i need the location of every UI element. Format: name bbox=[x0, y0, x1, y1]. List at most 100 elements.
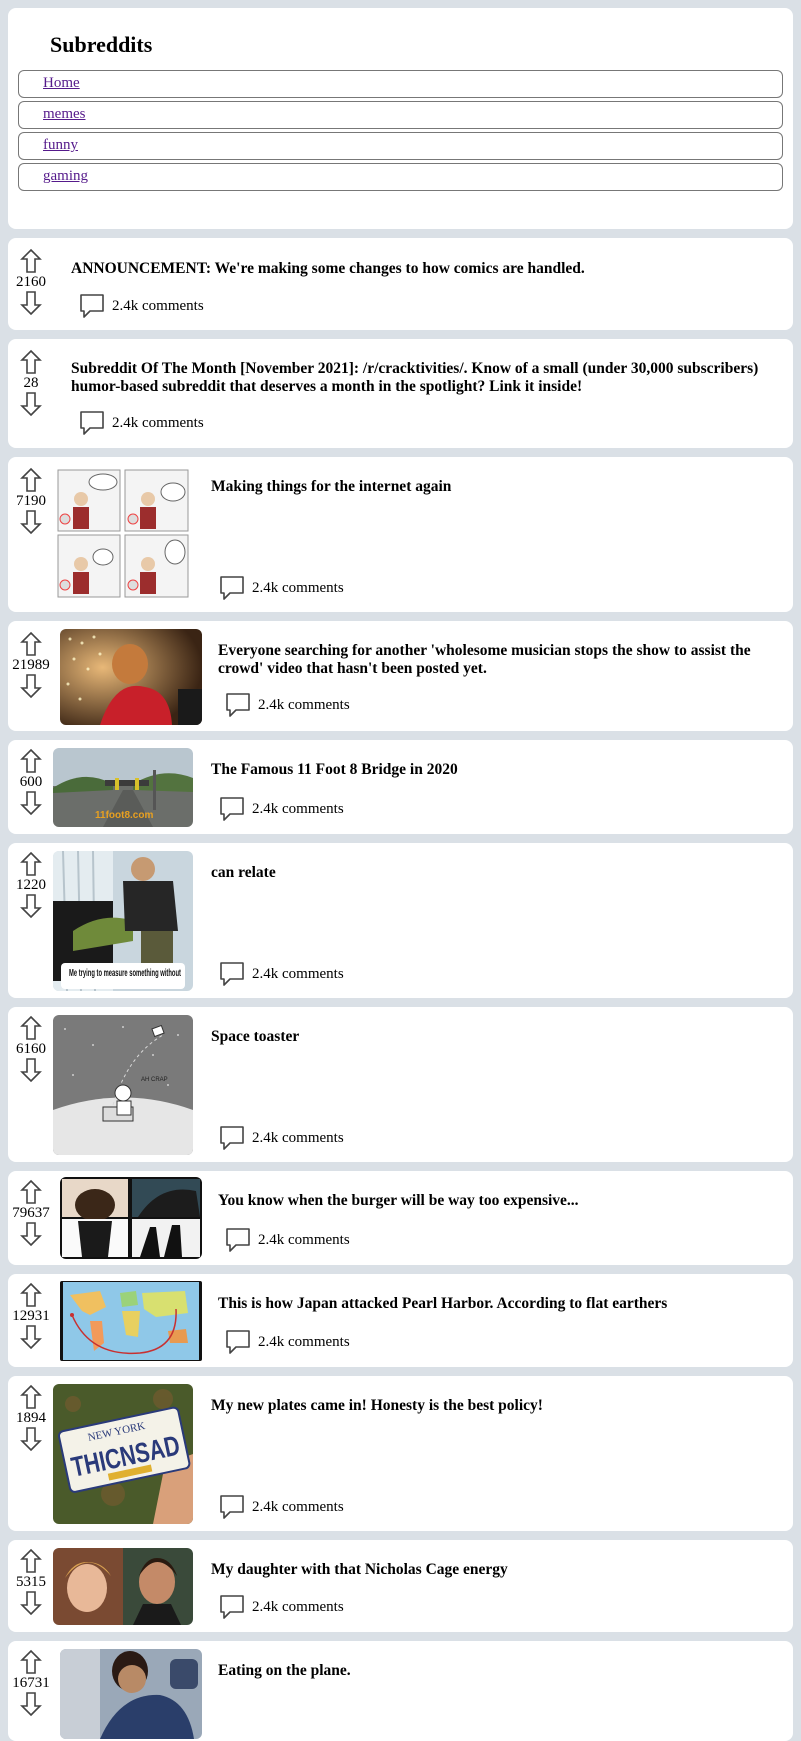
post-thumbnail[interactable] bbox=[60, 1281, 202, 1361]
upvote-arrow-icon[interactable] bbox=[20, 248, 42, 274]
subreddit-item-memes[interactable]: memes bbox=[18, 101, 783, 129]
bridge-watermark-text: 11foot8.com bbox=[95, 810, 153, 821]
comments-count: 2.4k comments bbox=[252, 800, 344, 817]
meme-caption-text: Me trying to measure something without bbox=[69, 968, 181, 979]
post-thumbnail[interactable] bbox=[60, 629, 202, 725]
post-thumbnail[interactable]: 11foot8.com bbox=[53, 748, 193, 827]
post-title[interactable]: You know when the burger will be way too… bbox=[218, 1192, 769, 1210]
downvote-arrow-icon[interactable] bbox=[20, 509, 42, 535]
subreddit-item-home[interactable]: Home bbox=[18, 70, 783, 98]
comments-link[interactable]: 2.4k comments bbox=[218, 960, 344, 988]
downvote-arrow-icon[interactable] bbox=[20, 1221, 42, 1247]
comments-link[interactable]: 2.4k comments bbox=[78, 409, 204, 437]
upvote-arrow-icon[interactable] bbox=[20, 1649, 42, 1675]
downvote-arrow-icon[interactable] bbox=[20, 1324, 42, 1350]
post-card: 16731 Eating on the plane. bbox=[8, 1641, 793, 1741]
downvote-arrow-icon[interactable] bbox=[20, 391, 42, 417]
comments-link[interactable]: 2.4k comments bbox=[218, 574, 344, 602]
post-score: 28 bbox=[23, 375, 39, 391]
post-thumbnail[interactable]: NEW YORK THICNSAD bbox=[53, 1384, 193, 1524]
subreddit-link-gaming[interactable]: gaming bbox=[43, 168, 88, 184]
post-card: 600 11foot8.com The Famous 11 Foot 8 Bri… bbox=[8, 740, 793, 834]
upvote-arrow-icon[interactable] bbox=[20, 1384, 42, 1410]
comments-link[interactable]: 2.4k comments bbox=[218, 1124, 344, 1152]
downvote-arrow-icon[interactable] bbox=[20, 893, 42, 919]
post-thumbnail[interactable]: Me trying to measure something without bbox=[53, 851, 193, 991]
subreddit-item-funny[interactable]: funny bbox=[18, 132, 783, 160]
subreddits-panel: Subreddits Home memes funny gaming bbox=[8, 8, 793, 229]
downvote-arrow-icon[interactable] bbox=[20, 1691, 42, 1717]
post-title[interactable]: This is how Japan attacked Pearl Harbor.… bbox=[218, 1295, 769, 1313]
upvote-arrow-icon[interactable] bbox=[20, 349, 42, 375]
upvote-arrow-icon[interactable] bbox=[20, 1282, 42, 1308]
comments-link[interactable]: 2.4k comments bbox=[224, 1328, 350, 1356]
post-thumbnail[interactable] bbox=[53, 1548, 193, 1625]
post-card: 6160 AH CRAP Space toaster 2.4k comments bbox=[8, 1007, 793, 1162]
comment-bubble-icon bbox=[226, 1330, 250, 1354]
comments-link[interactable]: 2.4k comments bbox=[224, 1226, 350, 1254]
upvote-arrow-icon[interactable] bbox=[20, 631, 42, 657]
vote-column: 1220 bbox=[13, 851, 49, 919]
comments-count: 2.4k comments bbox=[258, 1333, 350, 1350]
post-score: 12931 bbox=[12, 1308, 50, 1324]
downvote-arrow-icon[interactable] bbox=[20, 1057, 42, 1083]
subreddit-link-funny[interactable]: funny bbox=[43, 137, 78, 153]
comments-count: 2.4k comments bbox=[252, 1498, 344, 1515]
comments-count: 2.4k comments bbox=[258, 696, 350, 713]
comment-bubble-icon bbox=[220, 962, 244, 986]
post-card: 28 Subreddit Of The Month [November 2021… bbox=[8, 339, 793, 448]
subreddit-link-home[interactable]: Home bbox=[43, 75, 80, 91]
post-title[interactable]: Eating on the plane. bbox=[218, 1662, 769, 1680]
comments-count: 2.4k comments bbox=[112, 297, 204, 314]
post-thumbnail[interactable] bbox=[60, 1177, 202, 1259]
post-score: 6160 bbox=[16, 1041, 46, 1057]
post-card: 1894 NEW YORK THICNSAD My new plates cam… bbox=[8, 1376, 793, 1531]
subreddits-heading: Subreddits bbox=[50, 32, 153, 57]
downvote-arrow-icon[interactable] bbox=[20, 1590, 42, 1616]
post-title[interactable]: ANNOUNCEMENT: We're making some changes … bbox=[71, 260, 769, 278]
vote-column: 1894 bbox=[13, 1384, 49, 1452]
post-score: 600 bbox=[19, 774, 43, 790]
downvote-arrow-icon[interactable] bbox=[20, 290, 42, 316]
vote-column: 79637 bbox=[12, 1179, 50, 1247]
comments-count: 2.4k comments bbox=[258, 1231, 350, 1248]
upvote-arrow-icon[interactable] bbox=[20, 1015, 42, 1041]
vote-column: 5315 bbox=[13, 1548, 49, 1616]
comment-bubble-icon bbox=[226, 1228, 250, 1252]
comments-link[interactable]: 2.4k comments bbox=[218, 1593, 344, 1621]
post-score: 79637 bbox=[12, 1205, 50, 1221]
post-score: 5315 bbox=[16, 1574, 46, 1590]
comments-count: 2.4k comments bbox=[252, 1129, 344, 1146]
post-title[interactable]: Space toaster bbox=[211, 1028, 769, 1046]
post-thumbnail[interactable] bbox=[60, 1649, 202, 1739]
post-content: ANNOUNCEMENT: We're making some changes … bbox=[71, 260, 769, 278]
subreddit-item-gaming[interactable]: gaming bbox=[18, 163, 783, 191]
post-title[interactable]: can relate bbox=[211, 864, 769, 882]
post-title[interactable]: My new plates came in! Honesty is the be… bbox=[211, 1397, 769, 1415]
post-title[interactable]: Subreddit Of The Month [November 2021]: … bbox=[71, 360, 769, 396]
comment-bubble-icon bbox=[220, 1126, 244, 1150]
burger-thumbnail-image bbox=[60, 1177, 202, 1259]
post-title[interactable]: The Famous 11 Foot 8 Bridge in 2020 bbox=[211, 761, 769, 779]
post-thumbnail[interactable]: AH CRAP bbox=[53, 1015, 193, 1155]
upvote-arrow-icon[interactable] bbox=[20, 1548, 42, 1574]
post-title[interactable]: Making things for the internet again bbox=[211, 478, 769, 496]
post-content: Making things for the internet again bbox=[211, 478, 769, 496]
downvote-arrow-icon[interactable] bbox=[20, 790, 42, 816]
downvote-arrow-icon[interactable] bbox=[20, 673, 42, 699]
comments-link[interactable]: 2.4k comments bbox=[218, 1493, 344, 1521]
comments-link[interactable]: 2.4k comments bbox=[218, 795, 344, 823]
comment-bubble-icon bbox=[220, 576, 244, 600]
subreddit-link-memes[interactable]: memes bbox=[43, 106, 86, 122]
post-title[interactable]: My daughter with that Nicholas Cage ener… bbox=[211, 1561, 769, 1579]
upvote-arrow-icon[interactable] bbox=[20, 851, 42, 877]
comments-link[interactable]: 2.4k comments bbox=[78, 292, 204, 320]
comments-link[interactable]: 2.4k comments bbox=[224, 691, 350, 719]
post-thumbnail[interactable] bbox=[53, 467, 193, 602]
upvote-arrow-icon[interactable] bbox=[20, 467, 42, 493]
downvote-arrow-icon[interactable] bbox=[20, 1426, 42, 1452]
post-title[interactable]: Everyone searching for another 'wholesom… bbox=[218, 642, 769, 678]
post-content: You know when the burger will be way too… bbox=[218, 1192, 769, 1210]
upvote-arrow-icon[interactable] bbox=[20, 1179, 42, 1205]
upvote-arrow-icon[interactable] bbox=[20, 748, 42, 774]
